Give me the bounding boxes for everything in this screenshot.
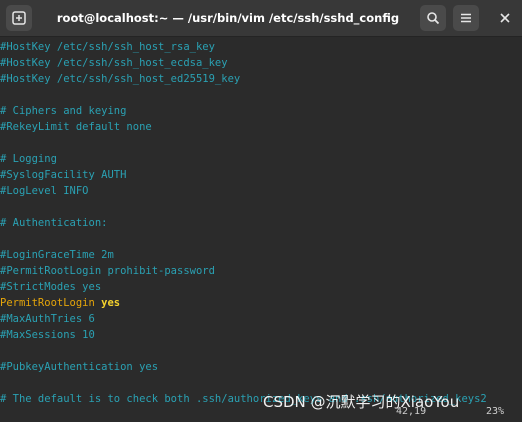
- comment-text: #MaxAuthTries 6: [0, 313, 95, 325]
- directive-keyword: PermitRootLogin: [0, 297, 95, 309]
- editor-line: #MaxAuthTries 6: [0, 311, 522, 327]
- menu-button[interactable]: [453, 5, 479, 31]
- comment-text: #LogLevel INFO: [0, 185, 89, 197]
- comment-text: #PubkeyAuthentication yes: [0, 361, 159, 373]
- editor-line: #PermitRootLogin prohibit-password: [0, 263, 522, 279]
- editor-line: #HostKey /etc/ssh/ssh_host_ecdsa_key: [0, 55, 522, 71]
- search-icon: [426, 11, 440, 25]
- vim-editor-buffer[interactable]: #HostKey /etc/ssh/ssh_host_rsa_key #HostK…: [0, 39, 522, 422]
- editor-line: #RekeyLimit default none: [0, 119, 522, 135]
- search-button[interactable]: [420, 5, 446, 31]
- cursor-position: 42,19: [396, 406, 427, 417]
- csdn-watermark: CSDN @沉默学习的XiaoYou: [263, 393, 460, 411]
- comment-text: # Authentication:: [0, 217, 108, 229]
- comment-text: #StrictModes yes: [0, 281, 102, 293]
- terminal-window: root@localhost:~ — /usr/bin/vim /etc/ssh…: [0, 0, 522, 422]
- comment-text: # Logging: [0, 153, 57, 165]
- editor-line: PermitRootLogin yes: [0, 295, 522, 311]
- hamburger-menu-icon: [459, 11, 473, 25]
- comment-text: #HostKey /etc/ssh/ssh_host_ed25519_key: [0, 73, 241, 85]
- scroll-percent: 23%: [486, 406, 505, 417]
- comment-text: # Ciphers and keying: [0, 105, 127, 117]
- window-title: root@localhost:~ — /usr/bin/vim /etc/ssh…: [56, 11, 400, 25]
- directive-value: yes: [101, 297, 121, 309]
- comment-text: #HostKey /etc/ssh/ssh_host_rsa_key: [0, 41, 215, 53]
- editor-line: # Authentication:: [0, 215, 522, 231]
- new-tab-button[interactable]: [6, 5, 32, 31]
- titlebar: root@localhost:~ — /usr/bin/vim /etc/ssh…: [0, 0, 522, 37]
- editor-line: #LoginGraceTime 2m: [0, 247, 522, 263]
- editor-line: #StrictModes yes: [0, 279, 522, 295]
- close-button[interactable]: [488, 0, 522, 36]
- comment-text: #PermitRootLogin prohibit-password: [0, 265, 215, 277]
- comment-text: #RekeyLimit default none: [0, 121, 152, 133]
- comment-text: #HostKey /etc/ssh/ssh_host_ecdsa_key: [0, 57, 228, 69]
- editor-line: #HostKey /etc/ssh/ssh_host_ed25519_key: [0, 71, 522, 87]
- new-tab-icon: [12, 11, 26, 25]
- close-icon: [499, 9, 511, 28]
- comment-text: #SyslogFacility AUTH: [0, 169, 127, 181]
- editor-line: #LogLevel INFO: [0, 183, 522, 199]
- editor-line: # Logging: [0, 151, 522, 167]
- editor-line: #PubkeyAuthentication yes: [0, 359, 522, 375]
- editor-line: #HostKey /etc/ssh/ssh_host_rsa_key: [0, 39, 522, 55]
- comment-text: #MaxSessions 10: [0, 329, 95, 341]
- editor-line: #SyslogFacility AUTH: [0, 167, 522, 183]
- comment-text: #LoginGraceTime 2m: [0, 249, 114, 261]
- editor-line: # Ciphers and keying: [0, 103, 522, 119]
- editor-line: #MaxSessions 10: [0, 327, 522, 343]
